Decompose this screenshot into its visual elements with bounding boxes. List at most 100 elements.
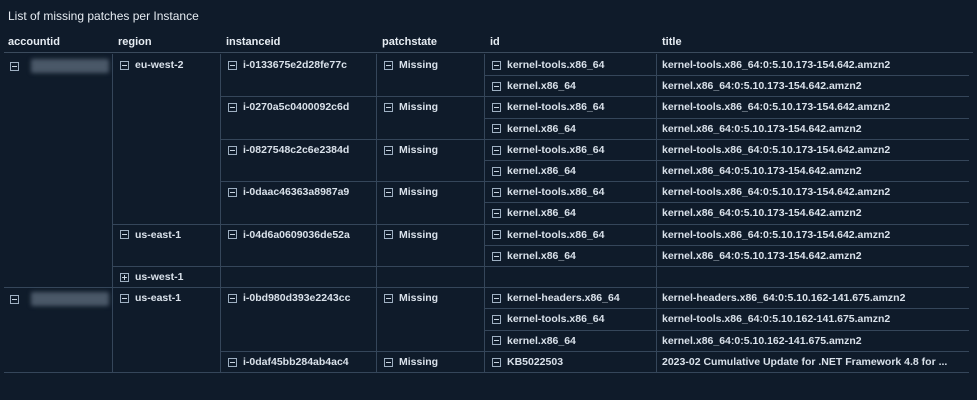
instance-cell[interactable]: i-0827548c2c6e2384d: [228, 144, 349, 156]
collapse-icon[interactable]: [228, 103, 237, 113]
account-cell[interactable]: [10, 292, 109, 307]
patch-title-cell: kernel-tools.x86_64:0:5.10.162-141.675.a…: [662, 313, 890, 325]
patch-title-cell: kernel.x86_64:0:5.10.173-154.642.amzn2: [662, 123, 862, 135]
patch-id-cell[interactable]: kernel.x86_64: [492, 207, 576, 219]
row-divider: [484, 75, 969, 77]
patchstate-cell[interactable]: Missing: [384, 144, 438, 156]
collapse-icon[interactable]: [492, 124, 501, 134]
patch-id-cell[interactable]: kernel.x86_64: [492, 123, 576, 135]
collapse-icon[interactable]: [492, 209, 501, 219]
patch-title-cell: 2023-02 Cumulative Update for .NET Frame…: [662, 356, 947, 368]
collapse-icon[interactable]: [492, 166, 501, 176]
patch-id-cell[interactable]: KB5022503: [492, 356, 563, 368]
column-header-instanceid[interactable]: instanceid: [226, 36, 280, 48]
patch-id-cell[interactable]: kernel-tools.x86_64: [492, 186, 604, 198]
collapse-icon[interactable]: [492, 145, 501, 155]
patchstate-cell[interactable]: Missing: [384, 186, 438, 198]
cell-text: kernel-tools.x86_64:0:5.10.173-154.642.a…: [662, 59, 891, 71]
column-header-id[interactable]: id: [490, 36, 500, 48]
cell-text: kernel-tools.x86_64: [507, 59, 605, 71]
expand-icon[interactable]: [120, 272, 129, 282]
collapse-icon[interactable]: [228, 293, 237, 303]
collapse-icon[interactable]: [492, 103, 501, 113]
cell-text: i-0270a5c0400092c6d: [243, 101, 350, 114]
collapse-icon[interactable]: [384, 357, 393, 367]
collapse-icon[interactable]: [492, 336, 501, 346]
patchstate-cell[interactable]: Missing: [384, 101, 438, 113]
instance-cell[interactable]: i-0daac46363a8987a9: [228, 186, 349, 198]
collapse-icon[interactable]: [384, 60, 393, 70]
region-cell[interactable]: us-east-1: [120, 292, 181, 304]
patch-id-cell[interactable]: kernel-tools.x86_64: [492, 59, 604, 71]
collapse-icon[interactable]: [228, 357, 237, 367]
patchstate-cell[interactable]: Missing: [384, 229, 438, 241]
region-cell[interactable]: us-east-1: [120, 229, 181, 241]
collapse-icon[interactable]: [384, 145, 393, 155]
column-header-accountid[interactable]: accountid: [8, 36, 60, 48]
collapse-icon[interactable]: [492, 357, 501, 367]
instance-cell[interactable]: i-0133675e2d28fe77c: [228, 59, 347, 71]
collapse-icon[interactable]: [228, 230, 237, 240]
patch-id-cell[interactable]: kernel-tools.x86_64: [492, 313, 604, 325]
patchstate-cell[interactable]: Missing: [384, 59, 438, 71]
patch-id-cell[interactable]: kernel.x86_64: [492, 80, 576, 92]
collapse-icon[interactable]: [492, 187, 501, 197]
row-divider: [4, 287, 969, 289]
collapse-icon[interactable]: [384, 293, 393, 303]
collapse-icon[interactable]: [492, 293, 501, 303]
cell-text: kernel-tools.x86_64:0:5.10.162-141.675.a…: [662, 313, 891, 326]
instance-cell[interactable]: i-0270a5c0400092c6d: [228, 101, 349, 113]
header-separator: [4, 52, 973, 53]
patch-id-cell[interactable]: kernel.x86_64: [492, 165, 576, 177]
patch-title-cell: kernel-tools.x86_64:0:5.10.173-154.642.a…: [662, 144, 890, 156]
row-divider: [112, 223, 969, 225]
collapse-icon[interactable]: [384, 103, 393, 113]
patch-id-cell[interactable]: kernel-headers.x86_64: [492, 292, 620, 304]
collapse-icon[interactable]: [228, 187, 237, 197]
patch-title-cell: kernel.x86_64:0:5.10.173-154.642.amzn2: [662, 207, 862, 219]
column-header-title[interactable]: title: [662, 36, 682, 48]
account-cell[interactable]: [10, 59, 109, 73]
collapse-icon[interactable]: [492, 230, 501, 240]
patchstate-cell[interactable]: Missing: [384, 356, 438, 368]
cell-text: kernel.x86_64:0:5.10.162-141.675.amzn2: [662, 334, 862, 347]
patch-title-cell: kernel-tools.x86_64:0:5.10.173-154.642.a…: [662, 59, 890, 71]
patch-title-cell: kernel-tools.x86_64:0:5.10.173-154.642.a…: [662, 101, 890, 113]
collapse-icon[interactable]: [10, 294, 19, 304]
cell-text: kernel.x86_64: [507, 207, 576, 220]
cell-text: kernel.x86_64:0:5.10.173-154.642.amzn2: [662, 80, 862, 93]
column-header-patchstate[interactable]: patchstate: [382, 36, 437, 48]
cell-text: i-0bd980d393e2243cc: [243, 292, 351, 305]
collapse-icon[interactable]: [228, 145, 237, 155]
instance-cell[interactable]: i-0bd980d393e2243cc: [228, 292, 350, 304]
patchstate-cell[interactable]: Missing: [384, 292, 438, 304]
row-divider: [220, 350, 969, 352]
collapse-icon[interactable]: [10, 61, 19, 71]
collapse-icon[interactable]: [384, 187, 393, 197]
collapse-icon[interactable]: [492, 251, 501, 261]
collapse-icon[interactable]: [492, 60, 501, 70]
patch-id-cell[interactable]: kernel-tools.x86_64: [492, 229, 604, 241]
patch-id-cell[interactable]: kernel.x86_64: [492, 250, 576, 262]
column-header-region[interactable]: region: [118, 36, 152, 48]
instance-cell[interactable]: i-04d6a0609036de52a: [228, 229, 350, 241]
instance-cell[interactable]: i-0daf45bb284ab4ac4: [228, 356, 349, 368]
collapse-icon[interactable]: [492, 81, 501, 91]
region-cell[interactable]: us-west-1: [120, 271, 183, 283]
patch-id-cell[interactable]: kernel-tools.x86_64: [492, 144, 604, 156]
row-divider: [220, 181, 969, 183]
region-cell[interactable]: eu-west-2: [120, 59, 183, 71]
cell-text: Missing: [399, 292, 439, 305]
cell-text: us-east-1: [135, 228, 182, 241]
collapse-icon[interactable]: [120, 60, 129, 70]
collapse-icon[interactable]: [120, 230, 129, 240]
collapse-icon[interactable]: [492, 315, 501, 325]
patch-id-cell[interactable]: kernel-tools.x86_64: [492, 101, 604, 113]
column-divider: [376, 54, 377, 372]
collapse-icon[interactable]: [228, 60, 237, 70]
patch-id-cell[interactable]: kernel.x86_64: [492, 335, 576, 347]
collapse-icon[interactable]: [120, 293, 129, 303]
cell-text: kernel.x86_64: [507, 165, 576, 177]
cell-text: Missing: [399, 228, 439, 241]
collapse-icon[interactable]: [384, 230, 393, 240]
